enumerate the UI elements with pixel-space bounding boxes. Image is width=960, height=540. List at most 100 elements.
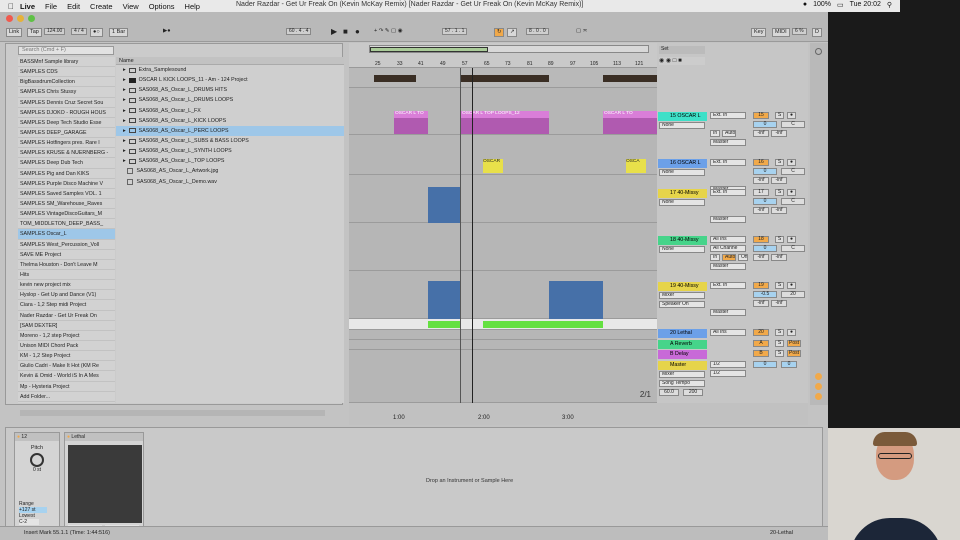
- send-b[interactable]: -inf: [771, 300, 787, 307]
- lowest-field[interactable]: C-2: [19, 519, 39, 525]
- file-item[interactable]: ▸ SAS068_AS_Oscar_L_KICK LOOPS: [116, 116, 344, 126]
- places-item[interactable]: SAVE ME Project: [18, 250, 115, 260]
- monitor-off-button[interactable]: Off: [738, 254, 748, 261]
- track-name[interactable]: B Delay: [658, 350, 707, 359]
- pan-field[interactable]: C: [781, 168, 805, 175]
- file-item-selected[interactable]: ▸ SAS068_AS_Oscar_L_PERC LOOPS: [116, 125, 344, 136]
- arm-button[interactable]: ●: [787, 189, 796, 196]
- file-item[interactable]: ▸ Extra_Samplesound: [116, 65, 344, 75]
- arm-button[interactable]: ●: [787, 329, 796, 336]
- tap-button[interactable]: Tap: [27, 28, 42, 37]
- input-channel-select[interactable]: All Channe: [710, 245, 746, 252]
- return-activator[interactable]: B: [753, 350, 769, 357]
- places-item[interactable]: SAMPLES Dennis Cruz Secret Sou: [18, 98, 115, 108]
- battery-icon[interactable]: ▭: [837, 1, 844, 9]
- track-lane-18[interactable]: [349, 223, 657, 271]
- return-lane-a[interactable]: [349, 330, 657, 340]
- places-item[interactable]: [SAM DEXTER]: [18, 321, 115, 331]
- places-item[interactable]: Giulio Cadri - Make It Hot (KM Re: [18, 361, 115, 372]
- input-channel-select[interactable]: None: [659, 169, 705, 176]
- places-item[interactable]: SAMPLES CDS: [18, 67, 115, 78]
- places-item[interactable]: BASSMnf Sample library: [18, 57, 115, 68]
- arm-button[interactable]: ●: [787, 159, 796, 166]
- send-a[interactable]: -inf: [753, 177, 769, 184]
- places-item[interactable]: BigBassdrumCollection: [18, 77, 115, 88]
- menu-create[interactable]: Create: [90, 2, 113, 11]
- automation-icons[interactable]: + ↷ ✎ ▢ ◉: [372, 28, 405, 37]
- record-button[interactable]: ●: [355, 28, 360, 36]
- send-a[interactable]: -inf: [753, 130, 769, 137]
- track-name[interactable]: 19 40-Missy: [658, 282, 707, 291]
- clip-missy[interactable]: [549, 281, 603, 319]
- menu-view[interactable]: View: [123, 2, 139, 11]
- places-item[interactable]: SAMPLES Chris Stussy: [18, 87, 115, 98]
- track-activator[interactable]: 20: [753, 329, 769, 336]
- track-lane-15[interactable]: OSCAR L TO OSCAR L TOP LOOPS_12 OSCAR L …: [349, 88, 657, 135]
- places-item[interactable]: TOM_MIDDLETON_DEEP_BASS_: [18, 219, 115, 230]
- monitor-in-button[interactable]: In: [710, 130, 720, 137]
- browser-search-input[interactable]: Search (Cmd + F): [18, 46, 114, 55]
- add-folder-button[interactable]: Add Folder...: [18, 392, 115, 402]
- places-item[interactable]: SAMPLES Saved Samples VOL. 1: [18, 189, 115, 199]
- input-select[interactable]: Ext. In: [710, 282, 746, 289]
- clip-oscar-top[interactable]: OSCAR L TO: [394, 111, 428, 134]
- punch-in-button[interactable]: ↗: [507, 28, 517, 37]
- track-activator[interactable]: 15: [753, 112, 769, 119]
- master-mixer-select[interactable]: Mixer: [659, 371, 705, 378]
- clip-missy[interactable]: [428, 281, 461, 319]
- send-a[interactable]: -inf: [753, 300, 769, 307]
- file-item[interactable]: SAS068_AS_Oscar_L_Artwork.jpg: [116, 166, 344, 176]
- monitor-in-button[interactable]: In: [710, 254, 720, 261]
- volume-field[interactable]: -0.5: [753, 291, 777, 298]
- send-a[interactable]: -inf: [753, 207, 769, 214]
- tempo-min[interactable]: 60.0: [659, 389, 679, 396]
- places-item[interactable]: SAMPLES Pig and Dan KIKS: [18, 169, 115, 179]
- places-item[interactable]: Hyslop - Get Up and Dance (V1): [18, 290, 115, 301]
- track-name[interactable]: 20 Lethal: [658, 329, 707, 338]
- places-item[interactable]: SAMPLES KRUSE & NUERNBERG -: [18, 148, 115, 159]
- loop-length-field[interactable]: 8 . 0 . 0: [526, 28, 549, 35]
- volume-field[interactable]: 0: [753, 245, 777, 252]
- clip-lethal[interactable]: [483, 321, 603, 328]
- input-select[interactable]: Ext. In: [710, 112, 746, 119]
- speaker-select[interactable]: Speaker On: [659, 301, 705, 308]
- solo-button[interactable]: S: [775, 350, 784, 357]
- places-item[interactable]: SAMPLES DJOKO - ROUGH HOUS: [18, 108, 115, 118]
- post-button[interactable]: Post: [787, 340, 801, 347]
- arm-icons[interactable]: ◉ ◉ □ ■: [659, 57, 705, 65]
- draw-mode-icon[interactable]: ▶●: [161, 28, 173, 37]
- file-item[interactable]: ▸ SAS068_AS_Oscar_L_DRUMS HITS: [116, 85, 344, 95]
- overview-bar[interactable]: [369, 45, 649, 53]
- search-icon[interactable]: ⚲: [887, 1, 892, 9]
- tempo-field[interactable]: 124.00: [44, 28, 66, 35]
- clip-oscar-top[interactable]: OSCAR L TO: [603, 111, 657, 134]
- volume-field[interactable]: 0: [753, 121, 777, 128]
- places-item[interactable]: Kevin & Omid - World iS In A Mes: [18, 371, 115, 382]
- volume-field[interactable]: 0: [753, 168, 777, 175]
- return-activator[interactable]: A: [753, 340, 769, 347]
- sends-toggle-icon[interactable]: [815, 383, 822, 390]
- clip-missy[interactable]: [428, 187, 461, 223]
- track-name[interactable]: 16 OSCAR L: [658, 159, 707, 168]
- return-lane-b[interactable]: [349, 340, 657, 350]
- send-b[interactable]: -inf: [771, 130, 787, 137]
- input-channel-select[interactable]: None: [659, 122, 705, 129]
- metronome-button[interactable]: ●○: [90, 28, 103, 37]
- clip[interactable]: [374, 75, 416, 82]
- pan-field[interactable]: C: [781, 121, 805, 128]
- input-select[interactable]: Ext. In: [710, 159, 746, 166]
- places-item[interactable]: SAMPLES Purple Disco Machine V: [18, 179, 115, 189]
- arm-button[interactable]: ●: [787, 236, 796, 243]
- apple-icon[interactable]: : [8, 2, 14, 11]
- places-item[interactable]: Mp - Hysteria Project: [18, 382, 115, 392]
- link-button[interactable]: Link: [6, 28, 23, 37]
- post-button[interactable]: Post: [787, 350, 801, 357]
- solo-button[interactable]: S: [775, 236, 784, 243]
- right-scroll-strip[interactable]: [810, 43, 828, 405]
- cue-out-select[interactable]: 1/2: [710, 361, 746, 368]
- clip-oscar-top[interactable]: OSCAR L TOP LOOPS_12: [461, 111, 549, 134]
- places-item[interactable]: Ciara - 1,2 Step midi Project: [18, 300, 115, 311]
- overview-toggle-icon[interactable]: [815, 48, 822, 55]
- drop-zone-text[interactable]: Drop an Instrument or Sample Here: [426, 478, 513, 484]
- name-column-header[interactable]: Name: [116, 57, 344, 65]
